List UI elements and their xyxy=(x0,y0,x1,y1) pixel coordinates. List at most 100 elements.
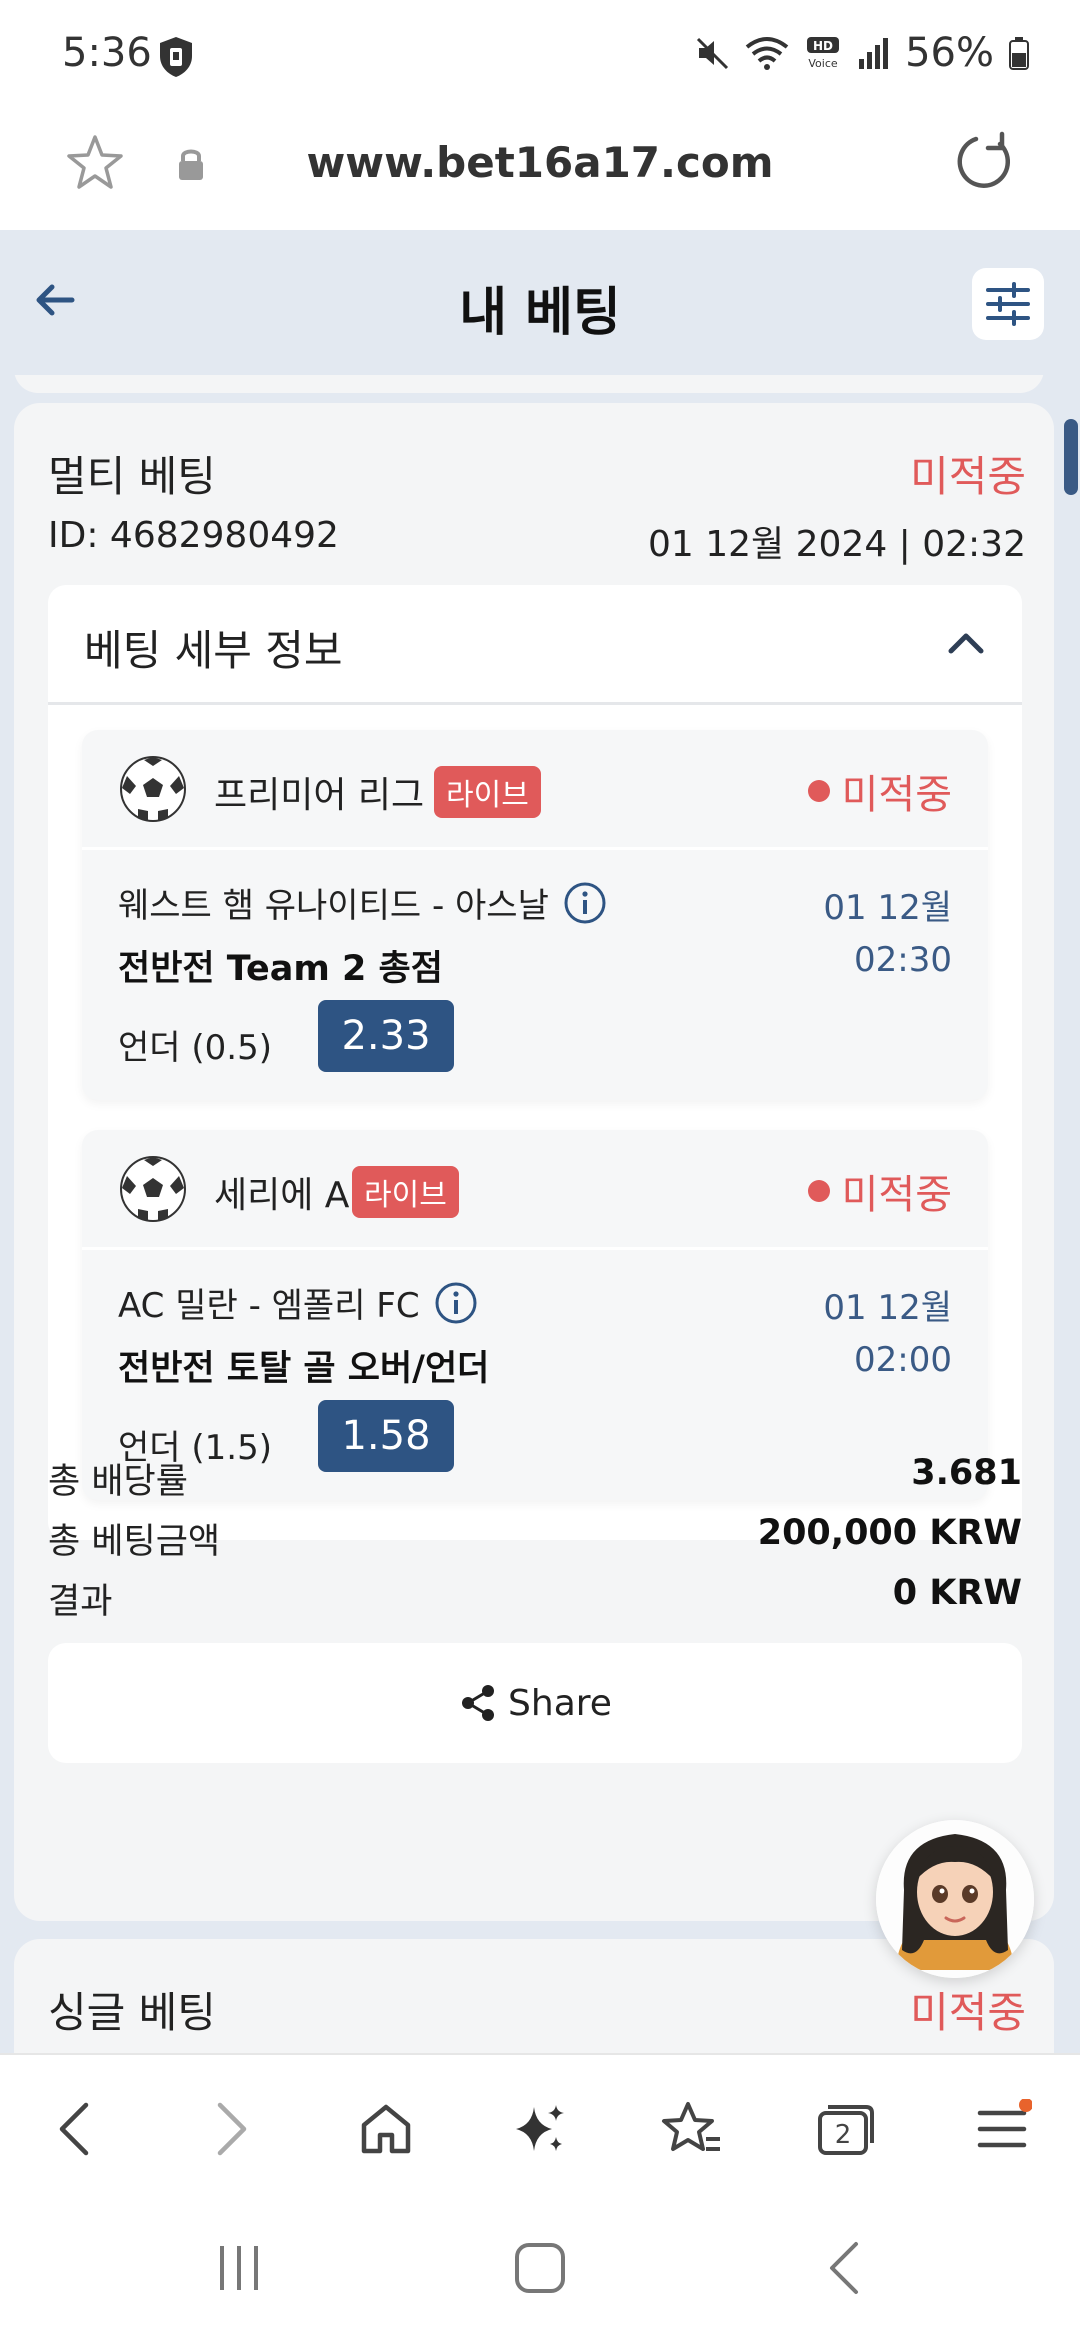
svg-text:Voice: Voice xyxy=(808,57,838,70)
browser-toolbar: 2 xyxy=(0,2053,1080,2200)
bet-details-panel: 베팅 세부 정보 프리미어 리그 라이브 미적중 웨스트 햄 유나이티드 - 아… xyxy=(48,585,1022,1540)
url-text[interactable]: www.bet16a17.com xyxy=(0,138,1080,187)
wifi-icon xyxy=(745,37,789,70)
soccer-ball-icon xyxy=(120,756,186,822)
previous-bet-card xyxy=(14,375,1044,393)
bet-date: 01 12월 2024 | 02:32 xyxy=(647,524,1026,565)
chevron-right-icon xyxy=(217,2102,247,2156)
match-teams: 웨스트 햄 유나이티드 - 아스날 xyxy=(118,886,549,926)
selection-status-text: 미적중 xyxy=(841,772,952,818)
home-icon xyxy=(361,2104,411,2154)
chevron-up-icon[interactable] xyxy=(946,627,986,657)
soccer-ball-icon xyxy=(120,1156,186,1222)
total-odds-label: 총 배당률 xyxy=(48,1462,188,1502)
home-nav-button[interactable] xyxy=(512,2240,568,2300)
back-nav-icon xyxy=(830,2242,858,2294)
match-name: 웨스트 햄 유나이티드 - 아스날 xyxy=(118,878,607,927)
battery-percent: 56% xyxy=(905,30,994,76)
bet-id: ID: 4682980492 xyxy=(48,515,339,556)
share-icon xyxy=(462,1685,495,1721)
tab-count: 2 xyxy=(835,2120,852,2150)
bet-type: 싱글 베팅 xyxy=(48,1988,216,2037)
match-name: AC 밀란 - 엠폴리 FC xyxy=(118,1278,478,1327)
browser-menu-button[interactable] xyxy=(966,2093,1038,2165)
info-icon[interactable] xyxy=(563,881,607,925)
match-time: 02:30 xyxy=(854,940,952,980)
selection-status-text: 미적중 xyxy=(841,1172,952,1218)
selection-card: 프리미어 리그 라이브 미적중 웨스트 햄 유나이티드 - 아스날 전반전 Te… xyxy=(82,730,988,1100)
pick-label: 언더 (0.5) xyxy=(118,1028,272,1068)
mute-icon xyxy=(697,37,729,70)
app-header: 내 베팅 xyxy=(0,230,1080,375)
tabs-icon: 2 xyxy=(818,2105,874,2155)
bet-details-title: 베팅 세부 정보 xyxy=(84,626,343,675)
system-nav-bar xyxy=(0,2200,1080,2340)
bet-type: 멀티 베팅 xyxy=(48,452,216,501)
selection-status: 미적중 xyxy=(807,762,952,820)
total-stake-label: 총 베팅금액 xyxy=(48,1522,221,1562)
svg-text:HD: HD xyxy=(813,39,833,53)
share-label: Share xyxy=(508,1682,612,1724)
live-badge: 라이브 xyxy=(434,766,541,818)
info-icon[interactable] xyxy=(434,1281,478,1325)
filter-button[interactable] xyxy=(972,268,1044,340)
market-name: 전반전 토탈 골 오버/언더 xyxy=(118,1349,490,1389)
match-teams: AC 밀란 - 엠폴리 FC xyxy=(118,1286,420,1326)
result-label: 결과 xyxy=(48,1582,113,1622)
status-time: 5:36 xyxy=(62,30,152,76)
hd-voice-icon: HD Voice xyxy=(807,37,840,70)
scrollbar[interactable] xyxy=(1064,419,1078,495)
summary-total-stake: 총 베팅금액 200,000 KRW xyxy=(48,1513,1022,1563)
browser-tabs-button[interactable]: 2 xyxy=(810,2093,882,2165)
status-dot xyxy=(807,780,830,802)
selection-header: 프리미어 리그 라이브 미적중 xyxy=(82,730,988,850)
browser-ai-button[interactable] xyxy=(504,2093,576,2165)
browser-bookmarks-button[interactable] xyxy=(656,2093,728,2165)
recents-icon xyxy=(220,2246,258,2290)
browser-forward-button[interactable] xyxy=(196,2093,268,2165)
match-date: 01 12월 xyxy=(823,888,952,928)
summary-result: 결과 0 KRW xyxy=(48,1573,1022,1623)
browser-url-bar: www.bet16a17.com xyxy=(0,110,1080,230)
match-date: 01 12월 xyxy=(823,1288,952,1328)
league-name: 세리에 A xyxy=(214,1175,350,1216)
bet-status: 미적중 xyxy=(910,452,1026,501)
page-title: 내 베팅 xyxy=(459,283,621,343)
back-nav-button[interactable] xyxy=(824,2240,864,2300)
browser-home-button[interactable] xyxy=(350,2093,422,2165)
selection-header: 세리에 A 라이브 미적중 xyxy=(82,1130,988,1250)
total-stake-value: 200,000 KRW xyxy=(757,1513,1022,1553)
sparkle-icon xyxy=(516,2105,564,2151)
recents-button[interactable] xyxy=(214,2240,264,2300)
bet-card: 멀티 베팅 미적중 ID: 4682980492 01 12월 2024 | 0… xyxy=(14,403,1054,1921)
browser-back-button[interactable] xyxy=(38,2093,110,2165)
signal-icon xyxy=(859,38,889,69)
home-square-icon xyxy=(515,2243,565,2293)
result-value: 0 KRW xyxy=(892,1573,1022,1613)
match-time: 02:00 xyxy=(854,1340,952,1380)
status-bar: 5:36 HD Voice 56% xyxy=(0,0,1080,110)
shield-icon xyxy=(160,37,192,77)
battery-icon xyxy=(1009,37,1029,70)
total-odds-value: 3.681 xyxy=(911,1453,1022,1493)
sliders-icon xyxy=(986,282,1030,326)
hamburger-menu-icon xyxy=(977,2099,1032,2148)
status-icons: HD Voice 56% xyxy=(695,30,1030,76)
reload-icon[interactable] xyxy=(952,130,1016,194)
bet-details-header[interactable]: 베팅 세부 정보 xyxy=(48,585,1022,705)
odds-badge: 2.33 xyxy=(318,1000,454,1072)
league-name: 프리미어 리그 xyxy=(214,775,425,816)
chevron-left-icon xyxy=(59,2102,89,2156)
selection-status: 미적중 xyxy=(807,1162,952,1220)
selection-card: 세리에 A 라이브 미적중 AC 밀란 - 엠폴리 FC 전반전 토탈 골 오버… xyxy=(82,1130,988,1500)
live-badge: 라이브 xyxy=(352,1166,459,1218)
avatar-image xyxy=(876,1820,1034,1978)
bookmarks-icon xyxy=(662,2102,720,2151)
status-dot xyxy=(807,1180,830,1202)
bets-list: 멀티 베팅 미적중 ID: 4682980492 01 12월 2024 | 0… xyxy=(0,375,1080,2053)
market-name: 전반전 Team 2 총점 xyxy=(118,949,443,989)
share-button[interactable]: Share xyxy=(48,1643,1022,1763)
summary-total-odds: 총 배당률 3.681 xyxy=(48,1453,1022,1503)
assistant-avatar-button[interactable] xyxy=(876,1820,1034,1978)
bet-card: 싱글 베팅 미적중 xyxy=(14,1939,1054,2053)
